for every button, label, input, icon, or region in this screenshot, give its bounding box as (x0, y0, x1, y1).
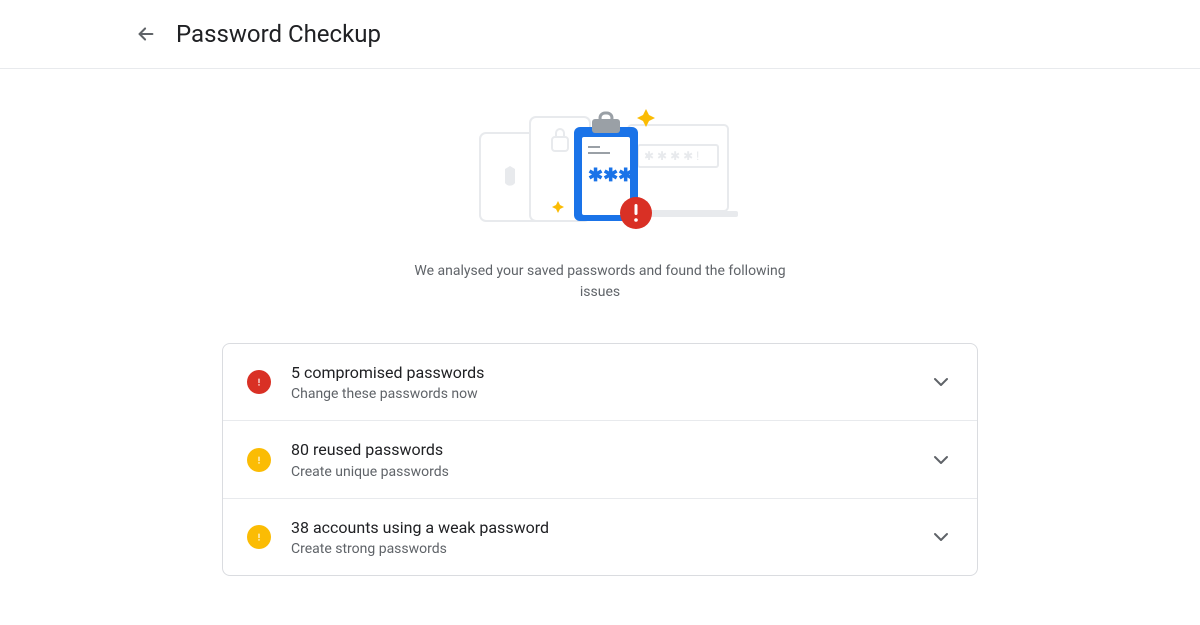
issue-title: 38 accounts using a weak password (291, 517, 909, 539)
issue-title: 80 reused passwords (291, 439, 909, 461)
issue-row-weak[interactable]: 38 accounts using a weak password Create… (223, 498, 977, 575)
issue-subtitle: Change these passwords now (291, 386, 909, 402)
hero-illustration: ✱ ✱ ✱ ✱ ! ✱✱✱ (450, 93, 750, 243)
page-title: Password Checkup (176, 20, 381, 48)
issue-title: 5 compromised passwords (291, 362, 909, 384)
svg-text:✱✱✱: ✱✱✱ (588, 165, 633, 186)
issue-body: 5 compromised passwords Change these pas… (291, 362, 909, 402)
issue-subtitle: Create unique passwords (291, 464, 909, 480)
issue-body: 38 accounts using a weak password Create… (291, 517, 909, 557)
alert-icon (247, 370, 271, 394)
back-button[interactable] (134, 22, 158, 46)
issue-row-compromised[interactable]: 5 compromised passwords Change these pas… (223, 344, 977, 420)
issues-card: 5 compromised passwords Change these pas… (222, 343, 978, 576)
issue-subtitle: Create strong passwords (291, 541, 909, 557)
hero-subtitle: We analysed your saved passwords and fou… (400, 261, 800, 303)
arrow-left-icon (135, 23, 157, 45)
chevron-down-icon (929, 448, 953, 472)
issue-body: 80 reused passwords Create unique passwo… (291, 439, 909, 479)
chevron-down-icon (929, 525, 953, 549)
issue-row-reused[interactable]: 80 reused passwords Create unique passwo… (223, 420, 977, 497)
hero: ✱ ✱ ✱ ✱ ! ✱✱✱ We analysed your saved pas… (222, 93, 978, 303)
main-content: ✱ ✱ ✱ ✱ ! ✱✱✱ We analysed your saved pas… (222, 69, 978, 576)
warning-icon (247, 448, 271, 472)
header: Password Checkup (0, 0, 1200, 69)
chevron-down-icon (929, 370, 953, 394)
svg-text:✱ ✱ ✱ ✱ !: ✱ ✱ ✱ ✱ ! (644, 149, 699, 163)
warning-icon (247, 525, 271, 549)
